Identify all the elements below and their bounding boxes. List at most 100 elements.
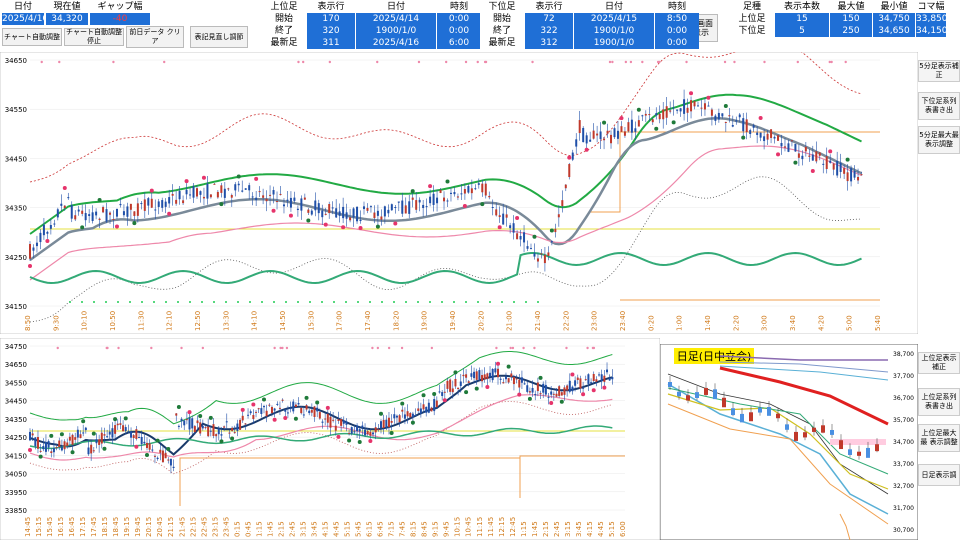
- x-tick-label: 8:45: [421, 521, 429, 537]
- x-tick-label: 4:15: [586, 521, 594, 537]
- x-tick-label: 17:15: [79, 517, 87, 537]
- daily-candle: [821, 425, 825, 433]
- side-button-5min-range[interactable]: 5分足最大最 表示調整: [918, 126, 960, 154]
- daily-candle: [848, 449, 852, 455]
- x-tick-label: 23:45: [222, 517, 230, 537]
- grid-cell: 8:50: [655, 13, 699, 25]
- grid-cell: 312: [525, 37, 573, 49]
- grid-cell: 320: [307, 25, 355, 37]
- x-tick-label: 3:40: [789, 315, 797, 331]
- x-tick-label: 13:30: [222, 311, 230, 331]
- grid-cell: 1900/1/0: [574, 25, 654, 37]
- x-tick-label: 11:45: [487, 517, 495, 537]
- x-tick-label: 3:15: [299, 521, 307, 537]
- x-tick-label: 5:15: [608, 521, 616, 537]
- x-tick-label: 12:45: [509, 517, 517, 537]
- x-tick-label: 3:00: [761, 315, 769, 331]
- daily-candle: [686, 395, 690, 401]
- grid-cell: 0:00: [655, 25, 699, 37]
- grid-cell: 0:00: [655, 37, 699, 49]
- grid-cell: 34,150: [916, 25, 946, 37]
- x-tick-label: 19:40: [449, 311, 457, 331]
- x-tick-label: 2:45: [288, 521, 296, 537]
- grid-header: 日付: [574, 1, 654, 13]
- daily-chart-title: 日足(日中立会): [677, 349, 752, 363]
- clear-previous-day-button[interactable]: 前日データ クリア: [126, 26, 184, 48]
- x-tick-label: 21:40: [534, 311, 542, 331]
- grid-cell: 終了: [480, 25, 524, 37]
- x-tick-label: 21:15: [167, 517, 175, 537]
- grid-header: 最小値: [873, 1, 915, 13]
- x-tick-label: 7:15: [388, 521, 396, 537]
- daily-candle: [713, 389, 717, 400]
- x-tick-label: 11:30: [137, 311, 145, 331]
- daily-candle: [857, 451, 861, 456]
- grid-cell: 最新足: [262, 37, 306, 49]
- header-panel: チャート自動調整 チャート自動調整停止 前日データ クリア 表記見直し調節 全画…: [0, 0, 960, 52]
- y-tick-label: 34650: [5, 361, 27, 369]
- y-tick-label: 34450: [5, 398, 27, 406]
- daily-chart: 日足(日中立会) 38,700 37,700 36,700 35,700 34,700 33…: [660, 344, 918, 540]
- daily-candle: [722, 397, 726, 408]
- side-button-upper-range[interactable]: 上位足最大最 表示調整: [918, 424, 960, 452]
- daily-y-tick: 35,700: [893, 417, 914, 424]
- x-tick-label: 1:00: [676, 315, 684, 331]
- daily-candle: [668, 382, 672, 387]
- grid-cell: 下位足: [730, 25, 774, 37]
- side-button-5min-correct[interactable]: 5分足表示補正: [918, 60, 960, 82]
- daily-candle: [731, 408, 735, 416]
- grid-header: 時刻: [437, 1, 481, 13]
- grid-header: 足種: [730, 1, 774, 13]
- side-button-upper-series[interactable]: 上位足系列 表書き出: [918, 388, 960, 416]
- daily-candle: [830, 429, 834, 435]
- x-tick-label: 0:20: [647, 315, 655, 331]
- x-tick-label: 5:15: [344, 521, 352, 537]
- daily-candle: [794, 431, 798, 441]
- daily-y-tick: 31,700: [893, 505, 914, 512]
- x-tick-label: 2:20: [732, 315, 740, 331]
- chart-auto-adjust-button[interactable]: チャート自動調整: [2, 28, 62, 46]
- x-tick-label: 4:45: [333, 521, 341, 537]
- grid-header: 時刻: [655, 1, 699, 13]
- chart-auto-adjust-stop-button[interactable]: チャート自動調整停止: [64, 28, 124, 46]
- x-tick-label: 23:40: [619, 311, 627, 331]
- y-tick-label: 34150: [5, 303, 27, 311]
- x-tick-label: 5:45: [355, 521, 363, 537]
- x-tick-label: 23:00: [591, 311, 599, 331]
- x-tick-label: 19:15: [123, 517, 131, 537]
- grid-cell: 6:00: [437, 37, 481, 49]
- daily-candle: [758, 407, 762, 413]
- x-tick-label: 0:15: [233, 521, 241, 537]
- x-tick-label: 7:45: [399, 521, 407, 537]
- header-value: 2025/4/16: [2, 13, 44, 25]
- header-label: ギャップ幅: [90, 1, 150, 13]
- grid-header: 下位足: [480, 1, 524, 13]
- side-button-upper-correct[interactable]: 上位足表示補正: [918, 352, 960, 374]
- x-tick-label: 2:15: [542, 521, 550, 537]
- y-tick-label: 34450: [5, 155, 27, 163]
- x-tick-label: 8:50: [24, 315, 32, 331]
- grid-cell: 1900/1/0: [574, 37, 654, 49]
- daily-candle: [776, 413, 780, 419]
- x-tick-label: 11:15: [476, 517, 484, 537]
- grid-cell: 33,850: [916, 13, 946, 25]
- x-tick-label: 14:50: [279, 311, 287, 331]
- x-tick-label: 16:15: [57, 517, 65, 537]
- sub-intraday-chart: 34750 34650 34550 34450 34350 34250 34150 34050…: [0, 338, 660, 540]
- bulk-adjust-button[interactable]: 表記見直し調節: [190, 26, 248, 48]
- x-tick-label: 15:30: [307, 311, 315, 331]
- side-button-lower-series[interactable]: 下位足系列 表書き出: [918, 92, 960, 120]
- x-tick-label: 19:45: [134, 517, 142, 537]
- side-button-daily[interactable]: 日足表示調: [918, 464, 960, 486]
- y-tick-label: 34550: [5, 379, 27, 387]
- x-tick-label: 1:45: [266, 521, 274, 537]
- x-tick-label: 9:15: [432, 521, 440, 537]
- x-tick-label: 18:15: [101, 517, 109, 537]
- daily-candle: [785, 424, 789, 430]
- daily-candle: [803, 432, 807, 438]
- x-tick-label: 1:15: [255, 521, 263, 537]
- grid-cell: 322: [525, 25, 573, 37]
- y-tick-label: 34250: [5, 254, 27, 262]
- x-tick-label: 23:15: [211, 517, 219, 537]
- daily-y-tick: 37,700: [893, 373, 914, 380]
